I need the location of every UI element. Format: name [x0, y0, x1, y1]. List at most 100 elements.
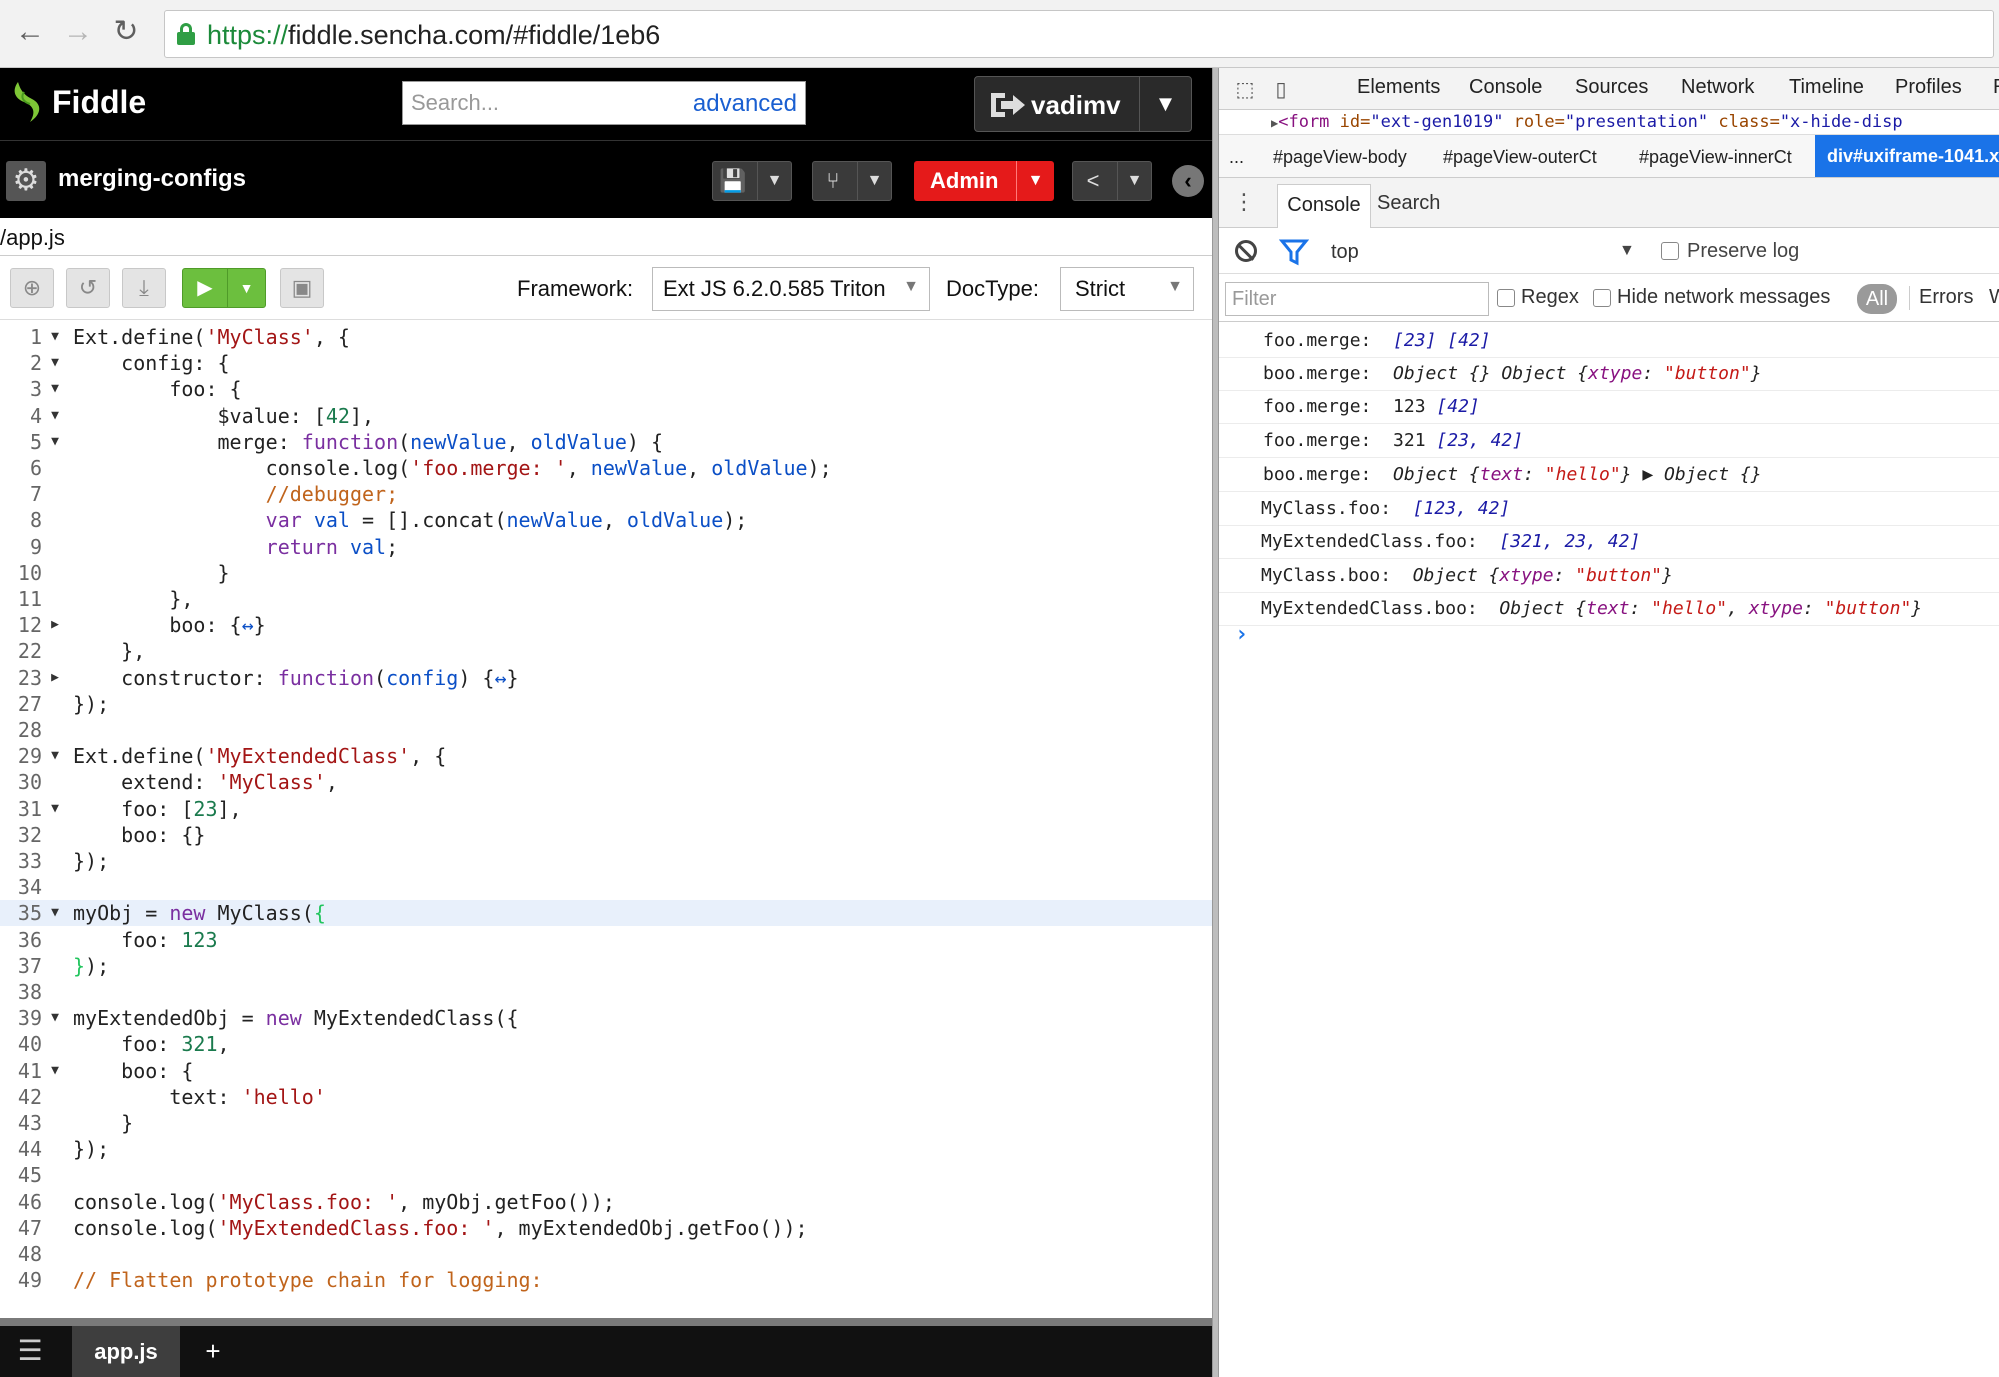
code-line[interactable]: 48: [0, 1241, 1212, 1267]
inspect-element-icon[interactable]: ⬚: [1231, 76, 1259, 104]
code-line[interactable]: 38: [0, 979, 1212, 1005]
code-line[interactable]: 43 }: [0, 1110, 1212, 1136]
chevron-down-icon[interactable]: ▼: [1016, 161, 1054, 201]
filter-input[interactable]: [1225, 282, 1489, 316]
tab-sources[interactable]: Sources: [1575, 76, 1648, 99]
drawer-tab-console[interactable]: Console: [1277, 184, 1371, 228]
code-line[interactable]: 33});: [0, 848, 1212, 874]
code-line[interactable]: 12 ▶ boo: {↔}: [0, 612, 1212, 638]
collapse-left-icon[interactable]: ‹: [1172, 165, 1204, 197]
more-vertical-icon[interactable]: ⋮: [1233, 188, 1255, 216]
code-line[interactable]: 1 ▼ Ext.define('MyClass', {: [0, 324, 1212, 350]
code-line[interactable]: 30 extend: 'MyClass',: [0, 769, 1212, 795]
code-line[interactable]: 5 ▼ merge: function(newValue, oldValue) {: [0, 429, 1212, 455]
code-line[interactable]: 29 ▼ Ext.define('MyExtendedClass', {: [0, 743, 1212, 769]
fold-open-icon[interactable]: ▼: [46, 429, 64, 455]
code-line[interactable]: 23 ▶ constructor: function(config) {↔}: [0, 665, 1212, 691]
tab-timeline[interactable]: Timeline: [1789, 76, 1864, 99]
dom-tree-line[interactable]: ▶<form id="ext-gen1019" role="presentati…: [1219, 110, 1999, 134]
package-icon[interactable]: ▣: [280, 268, 324, 308]
code-line[interactable]: 42 text: 'hello': [0, 1084, 1212, 1110]
code-line[interactable]: 44});: [0, 1136, 1212, 1162]
user-menu-button[interactable]: vadimv ▼: [974, 76, 1192, 132]
console-message[interactable]: foo.merge: 321 [23, 42]: [1219, 424, 1999, 458]
code-line[interactable]: 9 return val;: [0, 534, 1212, 560]
tab-profiles[interactable]: Profiles: [1895, 76, 1962, 99]
code-line[interactable]: 34: [0, 874, 1212, 900]
url-text[interactable]: https://fiddle.sencha.com/#fiddle/1eb6: [207, 20, 660, 51]
fold-open-icon[interactable]: ▼: [46, 900, 64, 926]
breadcrumb-item[interactable]: #pageView-innerCt: [1639, 147, 1792, 168]
download-icon[interactable]: ⤓: [122, 268, 166, 308]
breadcrumb-item[interactable]: ...: [1229, 147, 1244, 168]
search-input[interactable]: [411, 88, 671, 118]
code-line[interactable]: 8 var val = [].concat(newValue, oldValue…: [0, 507, 1212, 533]
history-icon[interactable]: ↺: [66, 268, 110, 308]
breadcrumb-item[interactable]: #pageView-outerCt: [1443, 147, 1597, 168]
filter-icon[interactable]: [1279, 238, 1309, 266]
tab-network[interactable]: Network: [1681, 76, 1754, 99]
code-line[interactable]: 39 ▼ myExtendedObj = new MyExtendedClass({: [0, 1005, 1212, 1031]
console-message[interactable]: MyExtendedClass.foo: [321, 23, 42]: [1219, 525, 1999, 559]
code-line[interactable]: 11 },: [0, 586, 1212, 612]
reload-icon[interactable]: ↻: [108, 14, 144, 50]
chevron-down-icon[interactable]: ▼: [1619, 242, 1635, 260]
code-line[interactable]: 4 ▼ $value: [42],: [0, 403, 1212, 429]
tab-console[interactable]: Console: [1469, 76, 1542, 99]
console-message[interactable]: boo.merge: Object {text: "hello"} ▶ Obje…: [1219, 458, 1999, 492]
console-message[interactable]: boo.merge: Object {} Object {xtype: "but…: [1219, 357, 1999, 391]
code-line[interactable]: 45: [0, 1162, 1212, 1188]
tab-elements[interactable]: Elements: [1357, 76, 1440, 99]
fold-open-icon[interactable]: ▼: [46, 796, 64, 822]
console-message[interactable]: foo.merge: [23] [42]: [1219, 324, 1999, 358]
code-line[interactable]: 37});: [0, 953, 1212, 979]
code-line[interactable]: 3 ▼ foo: {: [0, 376, 1212, 402]
code-line[interactable]: 27});: [0, 691, 1212, 717]
share-button[interactable]: < ▼: [1072, 161, 1152, 201]
fork-button[interactable]: ⑂ ▼: [812, 161, 892, 201]
fold-open-icon[interactable]: ▼: [46, 324, 64, 350]
pane-splitter[interactable]: [1212, 68, 1219, 1377]
chevron-down-icon[interactable]: ▼: [227, 269, 265, 307]
chevron-down-icon[interactable]: ▼: [1139, 77, 1191, 131]
code-editor[interactable]: 1 ▼ Ext.define('MyClass', {2 ▼ config: {3 ▼ …: [0, 320, 1212, 1310]
console-message[interactable]: MyClass.boo: Object {xtype: "button"}: [1219, 559, 1999, 593]
chevron-down-icon[interactable]: ▼: [1117, 162, 1151, 200]
code-line[interactable]: 2 ▼ config: {: [0, 350, 1212, 376]
framework-select[interactable]: Ext JS 6.2.0.585 Triton ▼: [652, 267, 930, 311]
clear-console-icon[interactable]: [1235, 240, 1257, 262]
save-button[interactable]: 💾 ▼: [712, 161, 792, 201]
hamburger-menu-icon[interactable]: ☰: [12, 1336, 48, 1366]
tab-app-js[interactable]: app.js: [72, 1326, 180, 1377]
regex-checkbox[interactable]: [1497, 289, 1515, 307]
context-selector[interactable]: top: [1331, 241, 1359, 264]
advanced-search-link[interactable]: advanced: [693, 90, 797, 118]
code-line[interactable]: 7 //debugger;: [0, 481, 1212, 507]
code-line[interactable]: 47 console.log('MyExtendedClass.foo: ', m…: [0, 1215, 1212, 1241]
expand-triangle-icon[interactable]: ▶: [1219, 116, 1278, 130]
drawer-tab-search[interactable]: Search: [1377, 192, 1440, 215]
fold-open-icon[interactable]: ▼: [46, 743, 64, 769]
level-errors-button[interactable]: Errors: [1919, 286, 1973, 309]
chevron-down-icon[interactable]: ▼: [757, 162, 791, 200]
address-bar[interactable]: https://fiddle.sencha.com/#fiddle/1eb6: [164, 10, 1994, 58]
code-line[interactable]: 32 boo: {}: [0, 822, 1212, 848]
console-message[interactable]: MyExtendedClass.boo: Object {text: "hell…: [1219, 592, 1999, 626]
fiddle-title[interactable]: merging-configs: [58, 165, 246, 193]
tab-resources[interactable]: R: [1993, 76, 1999, 99]
fold-open-icon[interactable]: ▼: [46, 350, 64, 376]
console-message[interactable]: MyClass.foo: [123, 42]: [1219, 492, 1999, 526]
breadcrumb-item[interactable]: #pageView-body: [1273, 147, 1407, 168]
new-file-icon[interactable]: ⊕: [10, 268, 54, 308]
fold-closed-icon[interactable]: ▶: [46, 665, 64, 691]
code-line[interactable]: 31 ▼ foo: [23],: [0, 796, 1212, 822]
code-line[interactable]: 28: [0, 717, 1212, 743]
admin-button[interactable]: Admin ▼: [914, 161, 1054, 201]
level-all-button[interactable]: All: [1857, 284, 1897, 314]
fold-closed-icon[interactable]: ▶: [46, 612, 64, 638]
code-line[interactable]: 10 }: [0, 560, 1212, 586]
fold-open-icon[interactable]: ▼: [46, 403, 64, 429]
forward-arrow-icon[interactable]: →: [60, 14, 96, 50]
code-line[interactable]: 40 foo: 321,: [0, 1031, 1212, 1057]
console-message[interactable]: foo.merge: 123 [42]: [1219, 390, 1999, 424]
